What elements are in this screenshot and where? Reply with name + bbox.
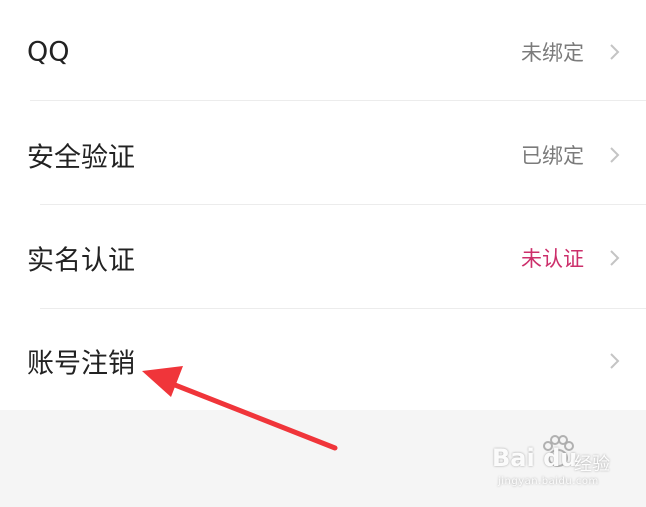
row-status: 已绑定: [521, 143, 584, 168]
row-label: 账号注销: [27, 348, 135, 379]
watermark-sub: 经验: [574, 454, 610, 475]
row-status: 未绑定: [521, 40, 584, 65]
row-divider: [40, 204, 646, 205]
chevron-right-icon: [610, 249, 620, 266]
watermark-brand: Bai du: [492, 444, 578, 472]
row-label: 实名认证: [27, 245, 135, 276]
settings-row-qq[interactable]: QQ 未绑定: [0, 0, 646, 103]
account-settings-screen: QQ 未绑定 安全验证 已绑定 实名认证 未认证 账号注销 Bai du 经验 …: [0, 0, 646, 507]
settings-row-account-cancellation[interactable]: 账号注销: [0, 309, 646, 412]
watermark: Bai du 经验 jingyan.baidu.com: [478, 432, 628, 494]
paw-icon: [543, 435, 574, 467]
row-divider: [30, 100, 646, 101]
row-label: QQ: [27, 36, 70, 67]
chevron-right-icon: [610, 352, 620, 369]
chevron-right-icon: [610, 43, 620, 60]
row-label: 安全验证: [27, 142, 135, 173]
chevron-right-icon: [610, 146, 620, 163]
row-status-warning: 未认证: [521, 246, 584, 271]
settings-list: QQ 未绑定 安全验证 已绑定 实名认证 未认证 账号注销: [0, 0, 646, 410]
settings-row-security-verification[interactable]: 安全验证 已绑定: [0, 103, 646, 206]
watermark-url: jingyan.baidu.com: [498, 476, 599, 487]
settings-row-real-name-verification[interactable]: 实名认证 未认证: [0, 206, 646, 309]
